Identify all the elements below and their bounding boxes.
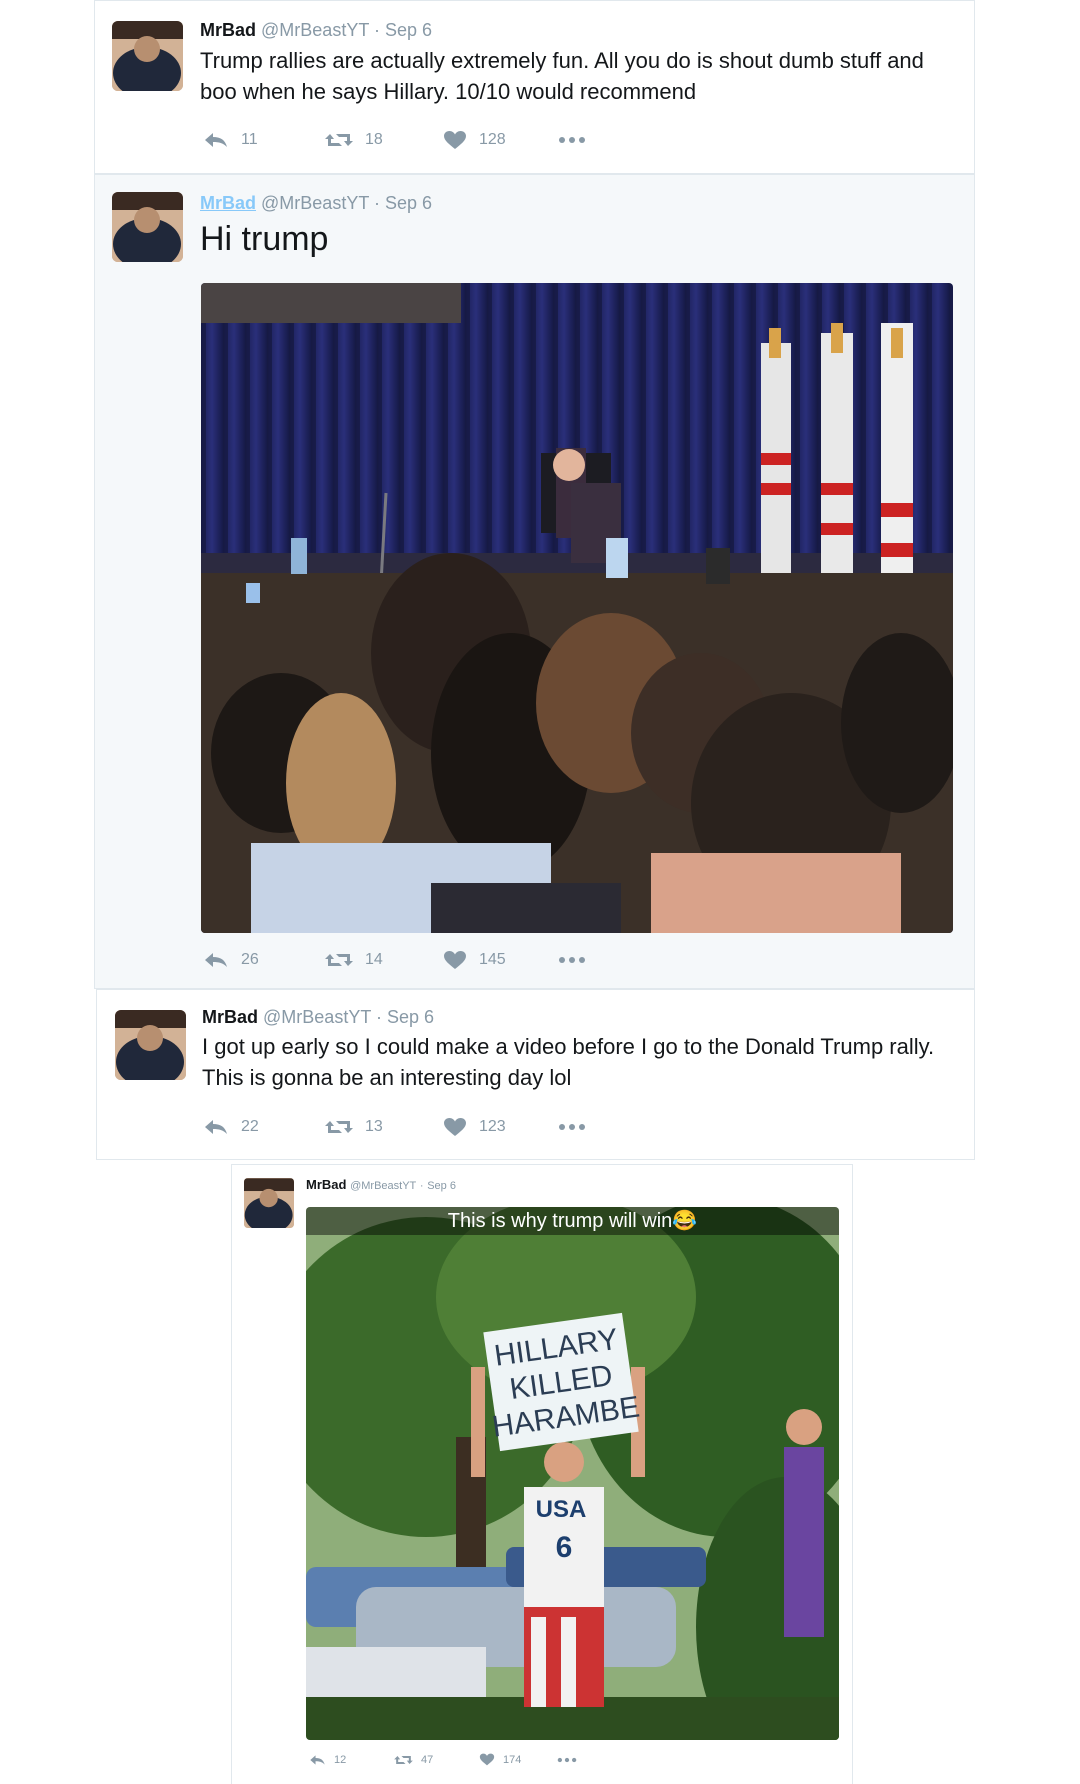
tweet-actions: 11 18 128 [203, 130, 586, 150]
tweet-date[interactable]: Sep 6 [385, 193, 432, 213]
reply-icon [310, 1754, 325, 1765]
retweet-icon [325, 134, 353, 146]
separator: · [374, 20, 381, 40]
display-name[interactable]: MrBad [202, 1007, 258, 1027]
heart-icon [444, 131, 466, 149]
more-icon [559, 137, 585, 143]
avatar[interactable] [112, 21, 183, 91]
tweet-card[interactable]: MrBad @MrBeastYT · Sep 6 I got up early … [96, 989, 975, 1160]
avatar[interactable] [244, 1178, 294, 1228]
reply-count: 26 [241, 951, 259, 968]
tweet-actions: 12 47 174 [309, 1753, 577, 1766]
display-name[interactable]: MrBad [306, 1177, 346, 1192]
tweet-date[interactable]: Sep 6 [387, 1007, 434, 1027]
tweet-header: MrBad @MrBeastYT · Sep 6 [200, 20, 432, 41]
separator: · [419, 1180, 424, 1192]
retweet-button[interactable]: 13 [325, 1118, 443, 1136]
retweet-count: 47 [421, 1753, 434, 1766]
reply-count: 12 [334, 1753, 347, 1766]
like-button[interactable]: 123 [443, 1117, 558, 1137]
heart-icon [444, 1118, 466, 1136]
retweet-button[interactable]: 14 [325, 951, 443, 969]
user-handle[interactable]: @MrBeastYT [261, 193, 369, 213]
reply-count: 11 [241, 131, 258, 148]
more-button[interactable] [557, 1757, 577, 1763]
more-button[interactable] [558, 1123, 586, 1131]
heart-icon [479, 1753, 495, 1766]
retweet-count: 18 [365, 131, 383, 148]
more-icon [559, 957, 585, 963]
like-button[interactable]: 145 [443, 950, 558, 970]
retweet-icon [325, 954, 353, 966]
like-button[interactable]: 174 [479, 1753, 557, 1766]
reply-icon [205, 953, 227, 967]
retweet-count: 14 [365, 951, 383, 968]
tweet-card[interactable]: MrBad @MrBeastYT · Sep 6 Hi trump 26 14 … [94, 174, 975, 989]
display-name[interactable]: MrBad [200, 20, 256, 40]
separator: · [376, 1007, 383, 1027]
jersey-number: 6 [556, 1531, 573, 1564]
retweet-button[interactable]: 47 [394, 1754, 479, 1766]
tweet-text: Trump rallies are actually extremely fun… [200, 48, 924, 104]
avatar[interactable] [112, 192, 183, 262]
more-button[interactable] [558, 956, 586, 964]
retweet-count: 13 [365, 1118, 383, 1135]
more-icon [559, 1124, 585, 1130]
display-name[interactable]: MrBad [200, 193, 256, 213]
tweet-actions: 22 13 123 [203, 1117, 586, 1137]
separator: · [374, 193, 381, 213]
tweet-date[interactable]: Sep 6 [427, 1180, 456, 1192]
jersey-text: USA [536, 1496, 587, 1523]
reply-button[interactable]: 26 [203, 951, 325, 969]
reply-button[interactable]: 11 [203, 131, 325, 149]
more-icon [557, 1757, 577, 1762]
tweet-text: I got up early so I could make a video b… [202, 1034, 935, 1090]
avatar[interactable] [115, 1010, 186, 1080]
rally-photo[interactable] [201, 283, 953, 933]
retweet-icon [325, 1121, 353, 1133]
tweet-card[interactable]: MrBad @MrBeastYT · Sep 6 USA 6 HILLARY K… [231, 1164, 853, 1784]
rally-photo-image [201, 283, 953, 933]
user-handle[interactable]: @MrBeastYT [263, 1007, 371, 1027]
reply-button[interactable]: 22 [203, 1118, 325, 1136]
tweet-actions: 26 14 145 [203, 950, 586, 970]
tweet-header: MrBad @MrBeastYT · Sep 6 [306, 1177, 456, 1192]
tweet-text: Hi trump [200, 220, 329, 258]
tweet-header: MrBad @MrBeastYT · Sep 6 [200, 193, 432, 214]
tweet-header: MrBad @MrBeastYT · Sep 6 [202, 1007, 434, 1028]
retweet-icon [394, 1755, 413, 1764]
like-button[interactable]: 128 [443, 130, 558, 150]
harambe-sign-photo[interactable]: USA 6 HILLARY KILLED HARAMBE This is why… [306, 1207, 839, 1740]
user-handle[interactable]: @MrBeastYT [261, 20, 369, 40]
tweet-card[interactable]: MrBad @MrBeastYT · Sep 6 Trump rallies a… [94, 0, 975, 174]
heart-icon [444, 951, 466, 969]
user-handle[interactable]: @MrBeastYT [350, 1180, 416, 1192]
reply-button[interactable]: 12 [309, 1754, 394, 1766]
reply-icon [205, 133, 227, 147]
tweet-date[interactable]: Sep 6 [385, 20, 432, 40]
retweet-button[interactable]: 18 [325, 131, 443, 149]
harambe-sign-photo-image: USA 6 HILLARY KILLED HARAMBE [306, 1207, 839, 1740]
snap-caption: This is why trump will win😂 [306, 1207, 839, 1235]
like-count: 123 [479, 1118, 506, 1135]
more-button[interactable] [558, 136, 586, 144]
like-count: 145 [479, 951, 506, 968]
reply-icon [205, 1120, 227, 1134]
like-count: 174 [503, 1753, 522, 1766]
reply-count: 22 [241, 1118, 259, 1135]
like-count: 128 [479, 131, 506, 148]
